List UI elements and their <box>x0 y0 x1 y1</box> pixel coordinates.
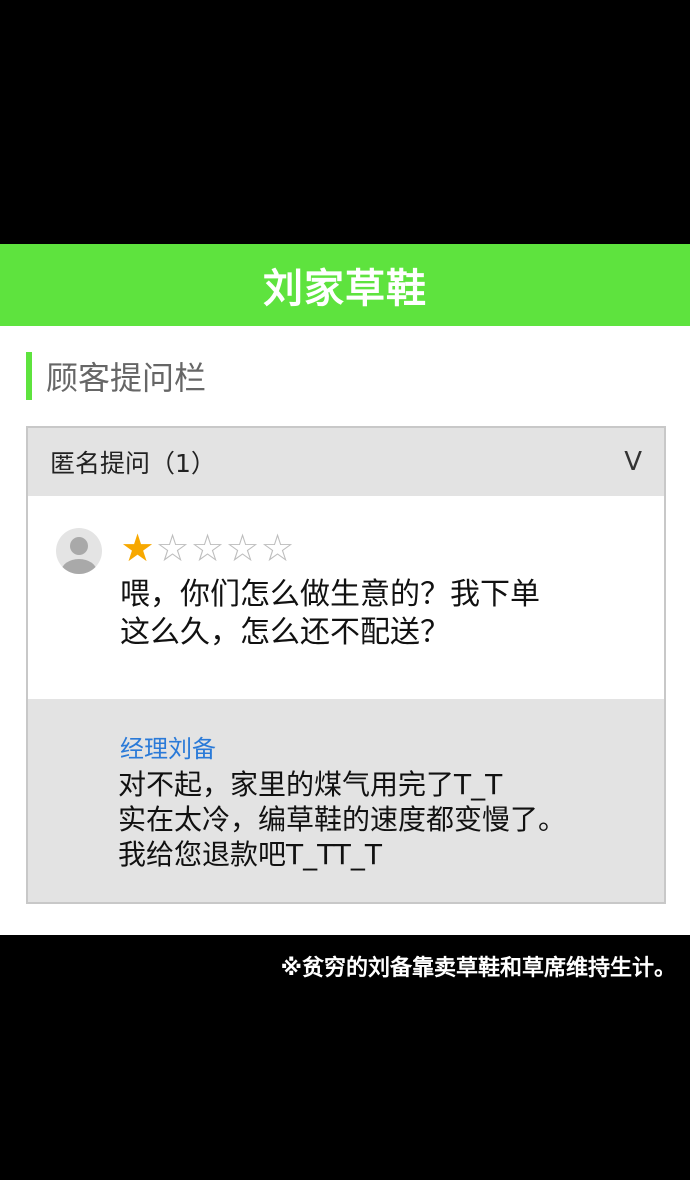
star-empty-icon: ☆ <box>225 526 260 570</box>
shop-title: 刘家草鞋 <box>263 266 427 312</box>
qa-box: 匿名提问（1） V ★ ☆ ☆ ☆ ☆ 喂，你们怎么做生意的？我下单 这么久，怎么还不配… <box>26 426 666 904</box>
section-title: 顾客提问栏 <box>46 359 207 397</box>
avatar <box>56 528 102 574</box>
qa-toggle-header[interactable]: 匿名提问（1） V <box>28 428 664 496</box>
header-bar: 刘家草鞋 <box>0 244 690 326</box>
answer-author: 经理刘备 <box>120 735 216 763</box>
section-header: 顾客提问栏 <box>26 352 206 400</box>
question-text: 喂，你们怎么做生意的？我下单 这么久，怎么还不配送？ <box>120 577 540 650</box>
star-rating: ★ ☆ ☆ ☆ ☆ <box>120 528 295 568</box>
chevron-down-icon[interactable]: V <box>624 447 642 477</box>
answer-text: 对不起，家里的煤气用完了T_T 实在太冷，编草鞋的速度都变慢了。 我给您退款吧T… <box>118 768 567 871</box>
star-empty-icon: ☆ <box>190 526 225 570</box>
star-empty-icon: ☆ <box>155 526 190 570</box>
section-accent-bar <box>26 352 32 400</box>
answer-item: 经理刘备 对不起，家里的煤气用完了T_T 实在太冷，编草鞋的速度都变慢了。 我给… <box>28 699 664 902</box>
caption-note: ※贫穷的刘备靠卖草鞋和草席维持生计。 <box>280 956 676 981</box>
qa-header-label: 匿名提问（1） <box>50 449 216 478</box>
user-silhouette-icon <box>61 537 97 574</box>
star-empty-icon: ☆ <box>260 526 295 570</box>
star-filled-icon: ★ <box>120 526 155 570</box>
question-item: ★ ☆ ☆ ☆ ☆ 喂，你们怎么做生意的？我下单 这么久，怎么还不配送？ <box>28 496 664 699</box>
shop-panel: 刘家草鞋 顾客提问栏 匿名提问（1） V ★ ☆ ☆ ☆ ☆ 喂，你们怎么做生意的？我下… <box>0 244 690 935</box>
